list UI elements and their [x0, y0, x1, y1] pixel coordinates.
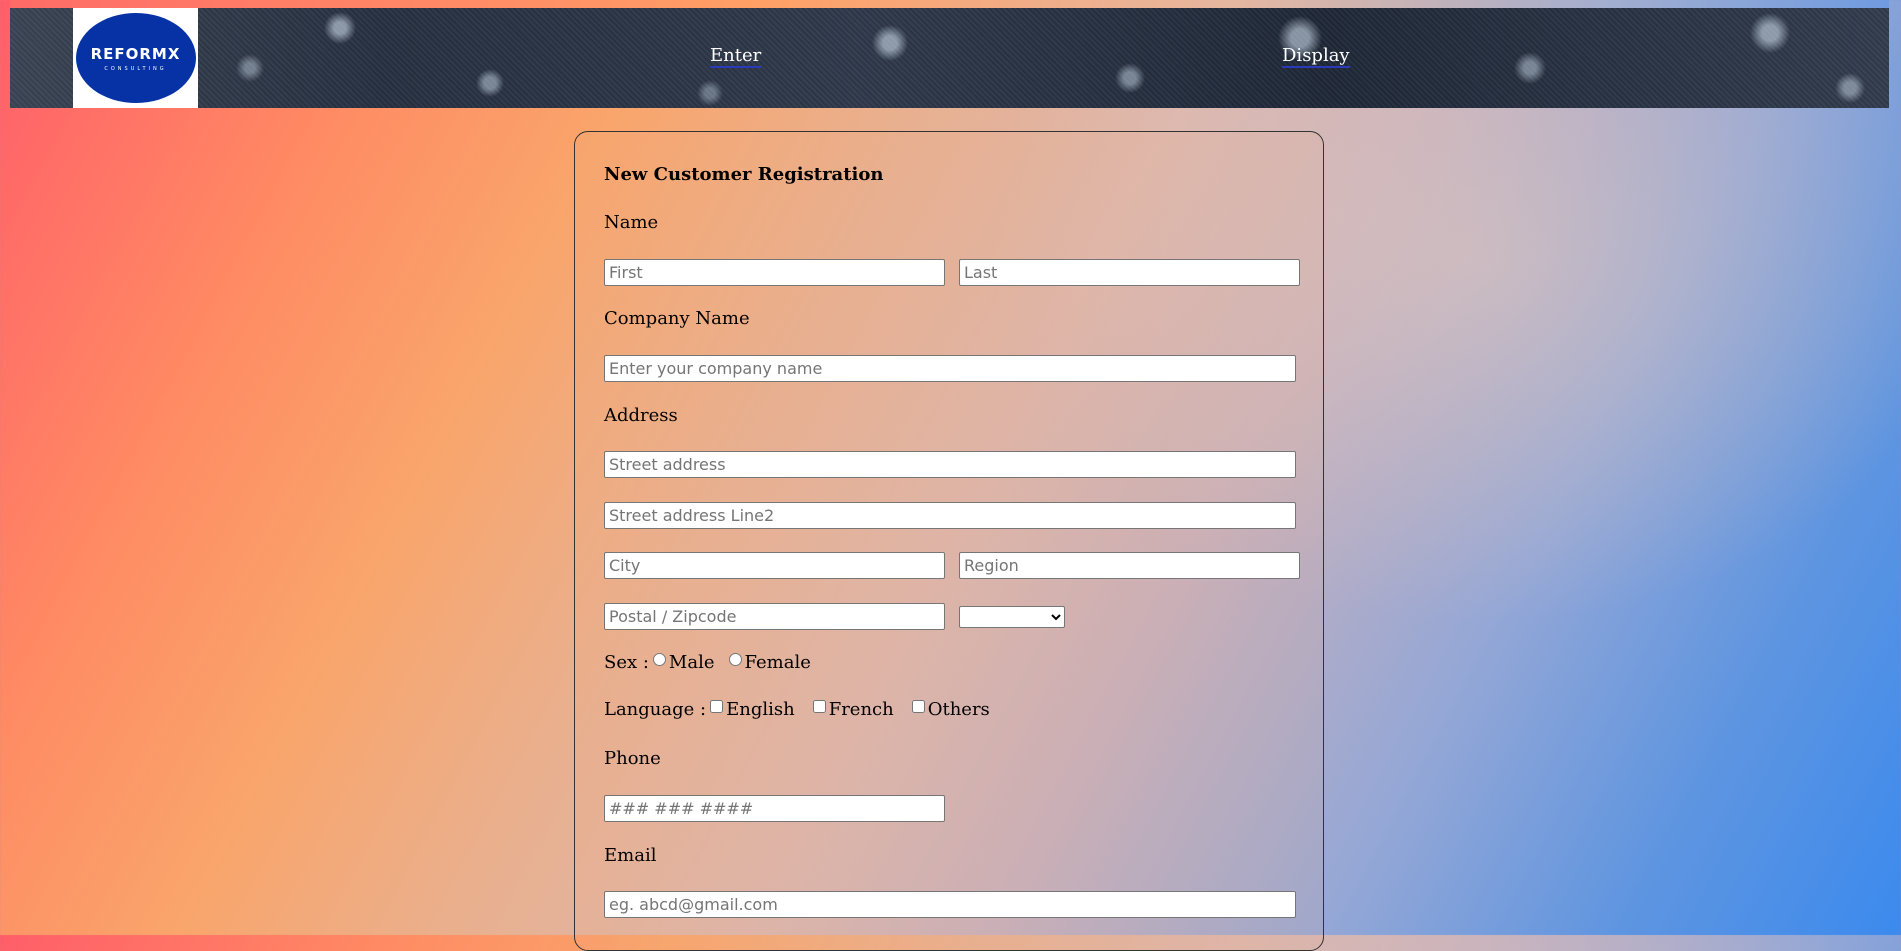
phone-label: Phone [604, 748, 661, 769]
sex-female-label[interactable]: Female [745, 652, 811, 673]
language-french-checkbox[interactable] [812, 700, 826, 713]
postal-code-input[interactable] [604, 603, 945, 630]
sex-male-radio[interactable] [652, 653, 666, 666]
company-logo: REFORMX CONSULTING [75, 13, 196, 103]
header-banner: REFORMX CONSULTING Enter Display [10, 8, 1889, 108]
company-label: Company Name [604, 308, 750, 329]
address-label: Address [604, 405, 678, 426]
country-select[interactable] [959, 606, 1065, 628]
logo-text: REFORMX [90, 44, 181, 63]
nav-link-display[interactable]: Display [1282, 46, 1350, 68]
logo-subtext: CONSULTING [104, 65, 167, 72]
language-english-checkbox[interactable] [710, 700, 724, 713]
language-others-label[interactable]: Others [928, 699, 990, 720]
language-label: Language : [604, 699, 707, 720]
banner-top-strip [10, 0, 1889, 8]
sex-female-radio[interactable] [728, 653, 742, 666]
sex-male-label[interactable]: Male [669, 652, 715, 673]
language-french-label[interactable]: French [829, 699, 894, 720]
sex-row: Sex : Male Female [604, 652, 811, 673]
sex-label: Sex : [604, 652, 649, 673]
language-others-checkbox[interactable] [911, 700, 925, 713]
logo-container[interactable]: REFORMX CONSULTING [73, 8, 198, 108]
street-address-input[interactable] [604, 451, 1296, 478]
region-input[interactable] [959, 552, 1300, 579]
street-address-line2-input[interactable] [604, 502, 1296, 529]
city-input[interactable] [604, 552, 945, 579]
phone-input[interactable] [604, 795, 945, 822]
nav-link-enter[interactable]: Enter [710, 46, 762, 68]
registration-form-card: New Customer Registration Name Company N… [574, 131, 1324, 951]
first-name-input[interactable] [604, 259, 945, 286]
email-input[interactable] [604, 891, 1296, 918]
form-title: New Customer Registration [604, 164, 884, 185]
company-name-input[interactable] [604, 355, 1296, 382]
name-label: Name [604, 212, 659, 233]
last-name-input[interactable] [959, 259, 1300, 286]
email-label: Email [604, 845, 657, 866]
language-english-label[interactable]: English [726, 699, 795, 720]
language-row: Language : English French Others [604, 699, 990, 720]
